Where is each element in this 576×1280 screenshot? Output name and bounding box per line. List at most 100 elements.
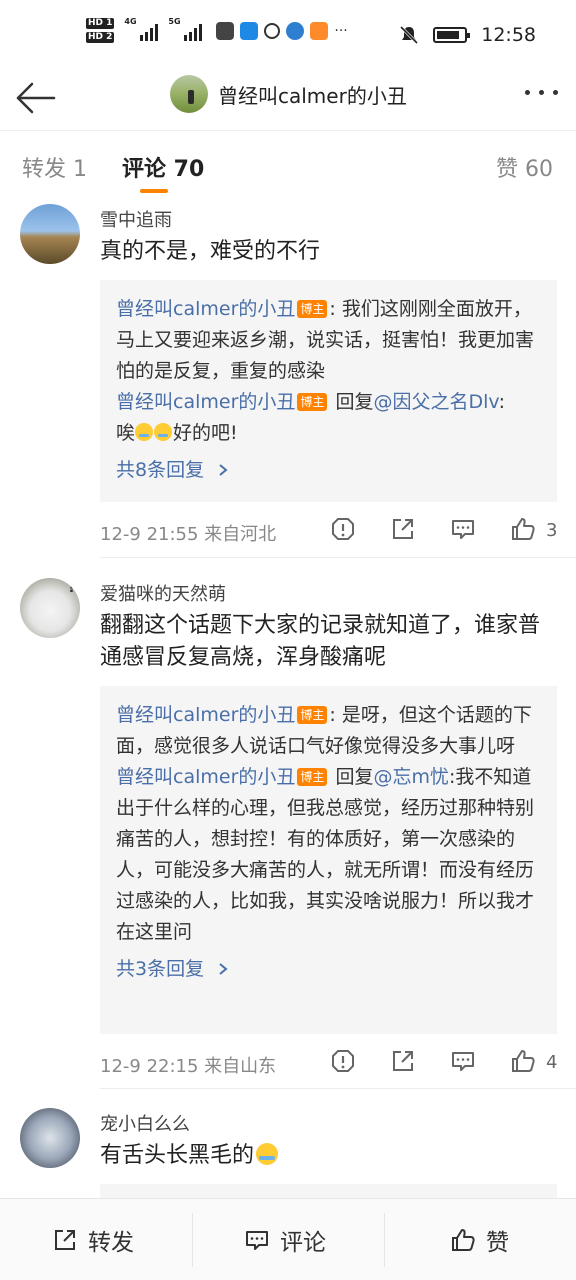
signal-icon: 4G xyxy=(124,17,159,41)
more-replies-label: 共8条回复 xyxy=(116,459,205,481)
app-icon-blue xyxy=(240,21,259,40)
post-author[interactable]: 曾经叫calmer的小丑 xyxy=(170,75,407,113)
comment-text-content: 有舌头长黑毛的 xyxy=(100,1143,255,1168)
reply-word: 回复 xyxy=(329,766,374,788)
tab-repost[interactable]: 转发 1 xyxy=(22,151,87,183)
mute-bell-icon xyxy=(400,25,419,45)
comment-item: 雪中追雨 真的不是，难受的不行 曾经叫calmer的小丑 博主: 我们这刚刚全面放… xyxy=(0,200,576,560)
reply-author[interactable]: 曾经叫calmer的小丑 xyxy=(116,704,295,726)
nav-header: 曾经叫calmer的小丑 xyxy=(0,72,576,130)
reply-author[interactable]: 曾经叫calmer的小丑 xyxy=(116,298,295,320)
like-label: 赞 xyxy=(486,1230,509,1256)
more-replies-link[interactable]: 共3条回复 xyxy=(116,954,541,985)
reply-text: 唉 xyxy=(116,422,136,444)
divider xyxy=(100,557,576,558)
page-title: 曾经叫calmer的小丑 xyxy=(218,83,407,108)
mention-link[interactable]: @因父之名Dlv xyxy=(373,391,498,413)
app-icon-globe xyxy=(286,21,305,40)
reply-icon[interactable] xyxy=(450,516,476,542)
crying-emoji-icon xyxy=(135,423,154,441)
time-location: 12-9 22:15 来自山东 xyxy=(100,1056,277,1077)
repost-button[interactable]: 转发 xyxy=(52,1223,134,1257)
more-options-icon[interactable] xyxy=(525,90,558,95)
avatar[interactable] xyxy=(170,75,208,113)
avatar[interactable] xyxy=(20,1108,80,1168)
separator xyxy=(192,1213,193,1267)
comment-actions: 12-9 21:55 来自河北 3 xyxy=(100,516,560,546)
status-bar: HD 1 HD 2 4G 5G ··· 12:58 xyxy=(0,0,576,72)
reply-box[interactable]: 曾经叫calmer的小丑 博主: 是呀，但这个话题的下面，感觉很多人说话口气好像觉… xyxy=(100,686,557,1034)
back-arrow-icon[interactable] xyxy=(14,78,58,118)
comment-text: 有舌头长黑毛的 xyxy=(100,1140,560,1172)
reply-item: 曾经叫calmer的小丑 博主: 是呀，但这个话题的下面，感觉很多人说话口气好像觉… xyxy=(116,700,541,762)
reply-word: 回复 xyxy=(329,391,374,413)
like-count: 3 xyxy=(546,520,558,541)
separator xyxy=(384,1213,385,1267)
hd1-label: HD 1 xyxy=(86,18,115,29)
comment-username[interactable]: 爱猫咪的天然萌 xyxy=(100,580,226,606)
time-location: 12-9 21:55 来自河北 xyxy=(100,524,277,545)
more-replies-label: 共3条回复 xyxy=(116,958,205,980)
avatar[interactable] xyxy=(20,578,80,638)
hd2-label: HD 2 xyxy=(86,32,115,43)
reply-icon[interactable] xyxy=(450,1048,476,1074)
gallery-app-icon xyxy=(216,21,235,40)
reply-author[interactable]: 曾经叫calmer的小丑 xyxy=(116,391,295,413)
reply-text: :我不知道出于什么样的心理，但我总感觉，经历过那种特别痛苦的人，想封控！有的体质… xyxy=(116,766,535,943)
comment-icon xyxy=(246,1231,268,1250)
comment-actions: 12-9 22:15 来自山东 4 xyxy=(100,1048,560,1078)
comment-button[interactable]: 评论 xyxy=(244,1223,326,1257)
comment-label: 评论 xyxy=(280,1230,326,1256)
repost-label: 转发 xyxy=(88,1230,134,1256)
comment-username[interactable]: 雪中追雨 xyxy=(100,206,172,232)
author-badge: 博主 xyxy=(297,393,328,411)
share-icon[interactable] xyxy=(390,1048,416,1074)
reply-box[interactable]: 曾经叫calmer的小丑 博主: 我们这刚刚全面放开，马上又要迎来返乡潮，说实话，… xyxy=(100,280,557,502)
network-type-1: 4G xyxy=(124,16,137,26)
author-badge: 博主 xyxy=(297,300,328,318)
network-type-2: 5G xyxy=(168,16,181,26)
share-icon[interactable] xyxy=(390,516,416,542)
chevron-right-icon xyxy=(219,464,228,476)
settings-app-icon xyxy=(264,22,281,39)
more-replies-link[interactable]: 共8条回复 xyxy=(116,455,541,486)
reply-colon: : xyxy=(498,391,505,413)
like-button[interactable]: 赞 xyxy=(450,1223,509,1257)
reply-item: 曾经叫calmer的小丑 博主: 我们这刚刚全面放开，马上又要迎来返乡潮，说实话，… xyxy=(116,294,541,387)
tab-comments[interactable]: 评论 70 xyxy=(122,151,204,183)
repost-icon xyxy=(55,1230,75,1250)
like-icon[interactable] xyxy=(510,1048,536,1074)
avatar[interactable] xyxy=(20,204,80,264)
active-tab-indicator xyxy=(140,189,168,193)
reply-item: 曾经叫calmer的小丑 博主 回复@忘m忧:我不知道出于什么样的心理，但我总感觉… xyxy=(116,762,541,948)
report-icon[interactable] xyxy=(330,1048,356,1074)
comment-item: 爱猫咪的天然萌 翻翻这个话题下大家的记录就知道了，谁家普通感冒反复高烧，浑身酸痛… xyxy=(0,574,576,1094)
tab-likes[interactable]: 赞 60 xyxy=(496,151,553,183)
crying-emoji-icon xyxy=(154,423,173,441)
clock: 12:58 xyxy=(481,24,536,46)
more-notifications-icon: ··· xyxy=(334,22,348,39)
comment-text: 真的不是，难受的不行 xyxy=(100,239,321,264)
mention-link[interactable]: @忘m忧 xyxy=(373,766,449,788)
signal-icon-2: 5G xyxy=(168,17,203,41)
like-icon xyxy=(452,1229,475,1251)
like-icon[interactable] xyxy=(510,516,536,542)
reply-box[interactable] xyxy=(100,1184,557,1198)
report-icon[interactable] xyxy=(330,516,356,542)
reply-author[interactable]: 曾经叫calmer的小丑 xyxy=(116,766,295,788)
bottom-action-bar: 转发 评论 赞 xyxy=(0,1198,576,1280)
like-count: 4 xyxy=(546,1052,558,1073)
reply-item: 曾经叫calmer的小丑 博主 回复@因父之名Dlv: 唉 好的吧! xyxy=(116,387,541,449)
comment-item: 宠小白么么 有舌头长黑毛的 xyxy=(0,1104,576,1198)
comment-text: 翻翻这个话题下大家的记录就知道了，谁家普通感冒反复高烧，浑身酸痛呢 xyxy=(100,613,541,670)
comment-username[interactable]: 宠小白么么 xyxy=(100,1110,190,1136)
battery-icon xyxy=(433,27,471,43)
tab-bar: 转发 1 评论 70 赞 60 xyxy=(0,130,576,200)
chevron-right-icon xyxy=(219,963,228,975)
author-badge: 博主 xyxy=(297,768,328,786)
app-icon-orange xyxy=(310,21,329,40)
author-badge: 博主 xyxy=(297,706,328,724)
hd-indicator: HD 1 HD 2 xyxy=(86,18,115,43)
laughing-crying-emoji-icon xyxy=(256,1143,279,1165)
reply-text: 好的吧! xyxy=(173,422,238,444)
